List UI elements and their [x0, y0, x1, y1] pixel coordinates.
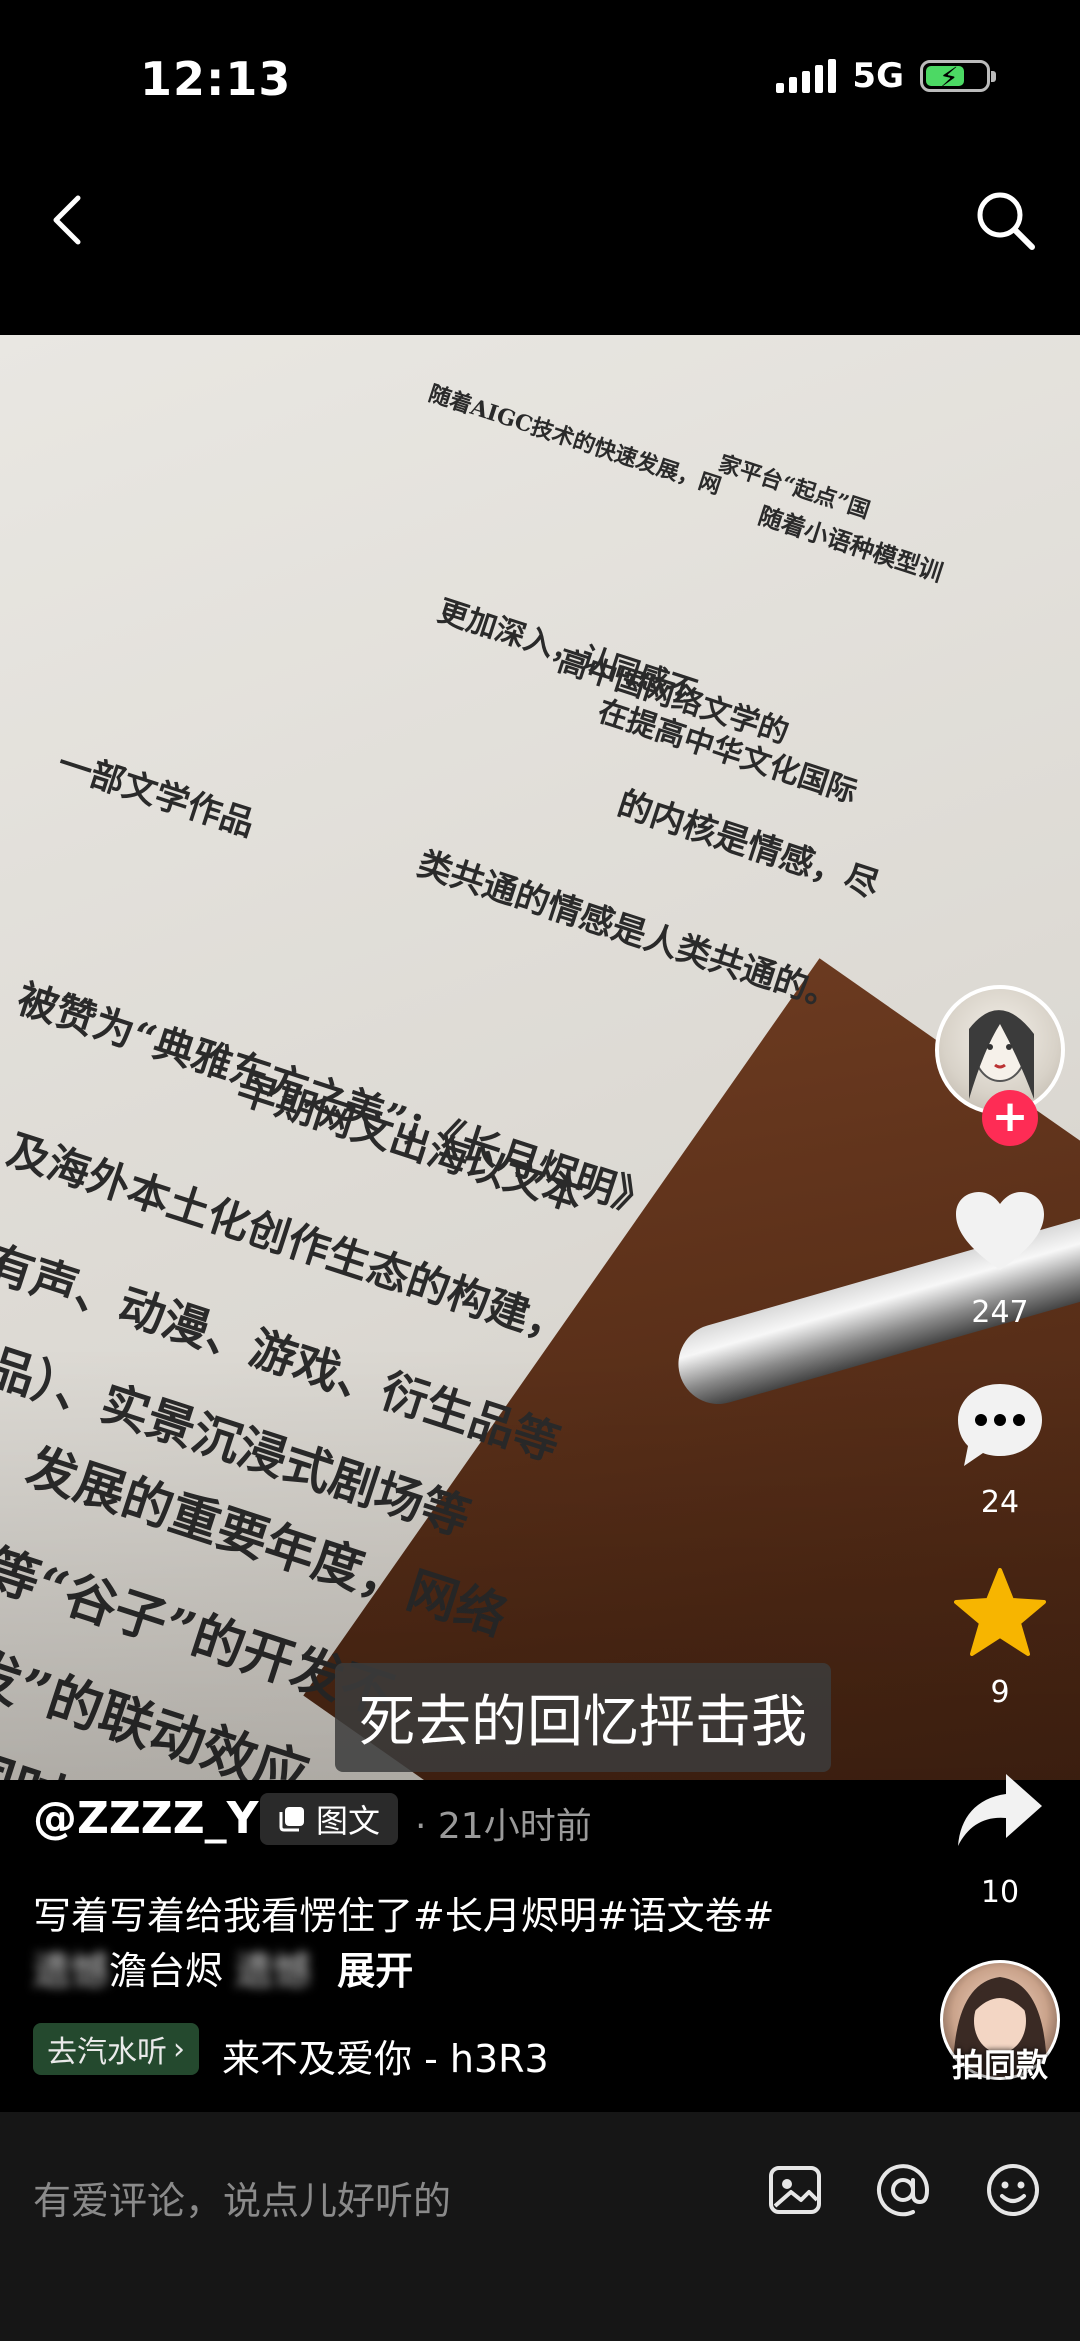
music-app-badge[interactable]: 去汽水听 ›: [33, 2023, 199, 2075]
expand-button[interactable]: 展开: [337, 1949, 413, 1993]
blurred-text: 遗憾: [33, 1949, 110, 1993]
comment-bar: [0, 2112, 1080, 2341]
music-title[interactable]: 来不及爱你 - h3R3: [222, 2028, 549, 2083]
caption-line-1[interactable]: 写着写着给我看愣住了#长月烬明#语文卷#: [33, 1885, 775, 1940]
comment-count: 24: [980, 1485, 1020, 1520]
favorite-count: 9: [990, 1675, 1010, 1710]
post-image[interactable]: 随着AIGC技术的快速发展，网家平台“起点”国随着小语种模型训更加深入，认同感不…: [0, 335, 1080, 1780]
image-subtitle: 死去的回忆抨击我: [335, 1663, 831, 1772]
post-time: · 21小时前: [415, 1806, 592, 1847]
signal-icon: [776, 59, 837, 93]
author-handle[interactable]: @ZZZZ_Y: [33, 1793, 258, 1844]
follow-button[interactable]: +: [982, 1090, 1038, 1146]
emoji-button[interactable]: [983, 2160, 1043, 2220]
music-badge-label: 去汽水听: [47, 2035, 167, 2070]
network-label: 5G: [852, 56, 904, 96]
mention-button[interactable]: [873, 2160, 933, 2220]
heart-icon: [956, 1192, 1044, 1270]
share-count: 10: [980, 1875, 1020, 1910]
post-type-tag: 图文: [260, 1793, 399, 1845]
at-icon: [877, 2164, 930, 2217]
chevron-right-icon: ›: [173, 2031, 185, 2067]
caption-line-2[interactable]: 遗憾澹台烬 遗憾 展开: [33, 1940, 413, 1995]
search-button[interactable]: [970, 185, 1040, 255]
back-button[interactable]: [40, 190, 100, 250]
battery-icon: ⚡: [920, 60, 996, 94]
comment-input[interactable]: 有爱评论，说点儿好听的: [33, 2170, 451, 2225]
image-post-icon: [279, 1807, 304, 1832]
comment-icon: [958, 1384, 1042, 1466]
status-time: 12:13: [140, 52, 292, 106]
blurred-text: 遗憾: [235, 1949, 312, 1993]
share-button[interactable]: [940, 1770, 1060, 1854]
chevron-left-icon: [53, 195, 81, 245]
like-count: 247: [971, 1295, 1029, 1330]
post-type-label: 图文: [316, 1802, 381, 1840]
emoji-icon: [987, 2164, 1039, 2216]
charging-icon: ⚡: [939, 61, 959, 94]
favorite-button[interactable]: [940, 1568, 1060, 1660]
like-button[interactable]: [940, 1190, 1060, 1278]
same-style-label[interactable]: 拍同款: [930, 2040, 1070, 2086]
image-picker-button[interactable]: [765, 2160, 825, 2220]
search-icon: [977, 192, 1035, 250]
plus-icon: +: [991, 1091, 1029, 1142]
image-icon: [769, 2166, 821, 2214]
caption-text: 澹台烬: [109, 1949, 224, 1993]
share-arrow-icon: [958, 1774, 1042, 1846]
star-icon: [954, 1568, 1046, 1656]
comment-button[interactable]: [940, 1380, 1060, 1476]
status-indicators: 5G ⚡: [776, 56, 996, 96]
